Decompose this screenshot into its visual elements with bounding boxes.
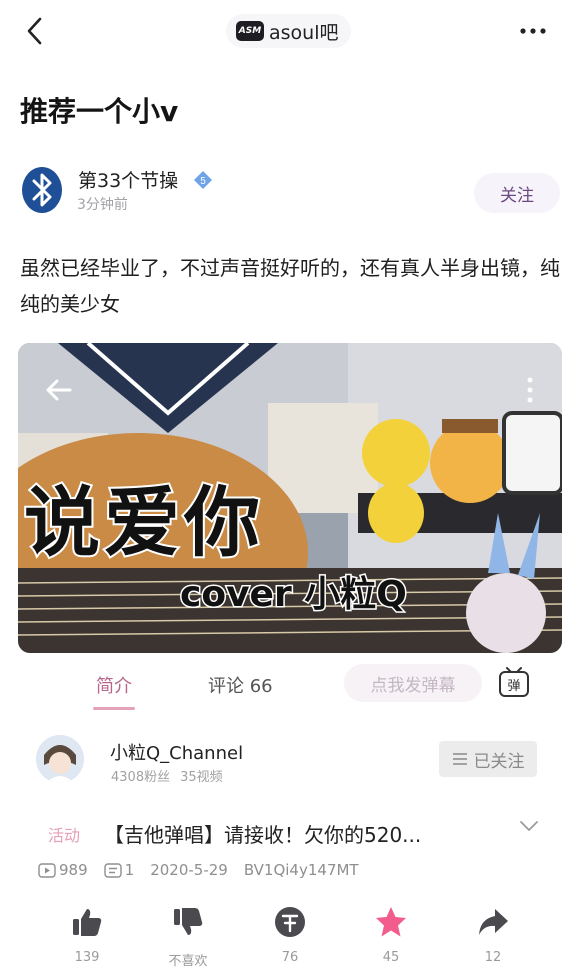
thumbs-down-icon: [174, 908, 203, 935]
bv-id: BV1Qi4y147MT: [243, 861, 359, 879]
post-time: 3分钟前: [77, 197, 128, 213]
forum-logo: ASM: [236, 21, 264, 41]
top-bar: ASM asoul吧: [0, 0, 580, 64]
video-more-button[interactable]: [518, 373, 542, 407]
uploader-name[interactable]: 小粒Q_Channel: [110, 739, 243, 765]
svg-text:5: 5: [200, 176, 206, 187]
danmaku-count-icon: [103, 862, 122, 878]
follow-button[interactable]: 关注: [474, 173, 560, 213]
chevron-down-icon: [520, 821, 538, 831]
play-count-icon: [38, 862, 56, 878]
star-icon: [376, 907, 406, 937]
post-body: 虽然已经毕业了，不过声音挺好听的，还有真人半身出镜，纯纯的美少女: [20, 256, 560, 316]
danmaku-count: 1: [124, 861, 135, 879]
uploader-avatar-image: [36, 735, 84, 783]
video-meta: 989 1 2020-5-29 BV1Qi4y147MT: [38, 861, 359, 879]
uploader-video-count: 35视频: [180, 770, 223, 785]
thumbs-up-icon: [73, 909, 102, 936]
uploader-follow-label: 已关注: [473, 751, 525, 772]
arrow-left-icon: [46, 379, 72, 401]
danmaku-toggle-button[interactable]: 弹: [496, 664, 532, 700]
tab-active-indicator: [93, 707, 135, 710]
danmaku-tv-icon: 弹: [499, 667, 529, 697]
danmaku-input[interactable]: 点我发弹幕: [344, 664, 482, 702]
chevron-left-icon: [27, 17, 42, 45]
author-name[interactable]: 第33个节操: [78, 166, 178, 193]
level-badge: 5: [193, 170, 213, 190]
more-button[interactable]: [516, 14, 550, 48]
like-button[interactable]: 139: [57, 905, 117, 965]
favorite-count: 45: [382, 950, 400, 965]
bluetooth-icon: [22, 167, 62, 213]
uploader-stats: 4308粉丝 35视频: [111, 766, 233, 785]
share-arrow-icon: [479, 909, 508, 935]
play-count: 989: [59, 861, 88, 879]
post-title: 推荐一个小v: [20, 95, 179, 128]
coin-button[interactable]: 76: [260, 905, 320, 965]
back-button[interactable]: [22, 14, 50, 48]
dislike-button[interactable]: 不喜欢: [158, 905, 218, 969]
share-button[interactable]: 12: [463, 905, 523, 965]
forum-name: asoul吧: [269, 21, 339, 44]
video-overlay-subtitle: cover 小粒Q: [179, 573, 409, 617]
favorite-button[interactable]: 45: [361, 905, 421, 965]
forum-chip[interactable]: ASM asoul吧: [226, 14, 351, 48]
author-avatar[interactable]: [21, 166, 63, 214]
svg-text:弹: 弹: [507, 679, 520, 694]
video-player[interactable]: 说爱你 cover 小粒Q: [18, 343, 562, 653]
publish-date: 2020-5-29: [150, 861, 228, 879]
tab-comments[interactable]: 评论 66: [208, 672, 273, 698]
vertical-dots-icon: [527, 377, 533, 403]
diamond-level-icon: 5: [194, 171, 212, 189]
video-overlay-title: 说爱你: [22, 476, 264, 569]
coin-count: 76: [281, 950, 299, 965]
expand-button[interactable]: [518, 818, 540, 834]
like-count: 139: [74, 950, 100, 965]
uploader-avatar[interactable]: [36, 735, 84, 783]
more-dots-icon: [520, 28, 546, 34]
uploader-fans: 4308粉丝: [111, 770, 171, 785]
uploader-follow-button[interactable]: 已关注: [439, 741, 537, 777]
menu-lines-icon: [452, 753, 467, 765]
video-title[interactable]: 【吉他弹唱】请接收！欠你的520...: [104, 819, 421, 848]
activity-tag[interactable]: 活动: [48, 822, 80, 846]
coin-icon: [275, 907, 305, 937]
tab-intro[interactable]: 简介: [96, 672, 132, 698]
share-count: 12: [484, 950, 502, 965]
video-back-button[interactable]: [44, 375, 74, 405]
dislike-label: 不喜欢: [168, 954, 208, 969]
